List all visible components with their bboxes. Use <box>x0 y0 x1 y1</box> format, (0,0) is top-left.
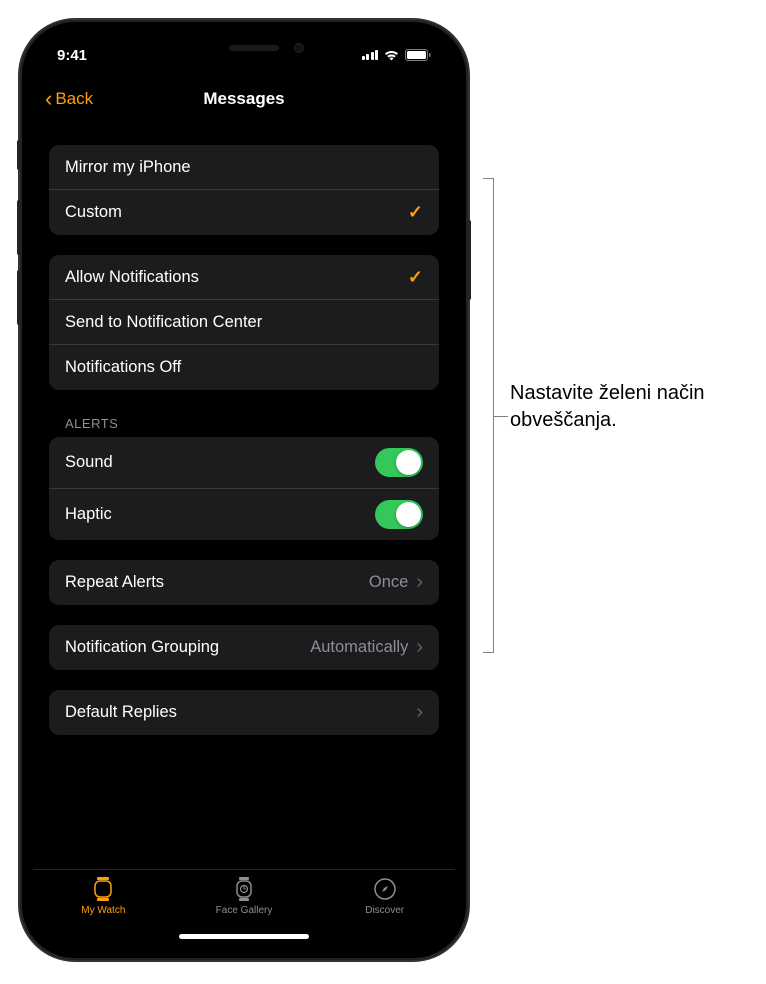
custom-label: Custom <box>65 203 122 222</box>
haptic-label: Haptic <box>65 505 112 524</box>
mirror-iphone-row[interactable]: Mirror my iPhone <box>49 145 439 190</box>
haptic-toggle[interactable] <box>375 500 423 529</box>
home-indicator[interactable] <box>179 934 309 939</box>
default-replies-row[interactable]: Default Replies › <box>49 690 439 735</box>
repeat-alerts-value: Once <box>369 573 408 592</box>
allow-notifications-label: Allow Notifications <box>65 268 199 287</box>
battery-icon <box>405 49 431 61</box>
sound-toggle[interactable] <box>375 448 423 477</box>
power-button <box>468 220 471 300</box>
nav-title: Messages <box>203 89 284 109</box>
volume-down-button <box>17 270 20 325</box>
sound-row: Sound <box>49 437 439 489</box>
callout-bracket <box>478 178 494 653</box>
speaker <box>229 45 279 51</box>
chevron-right-icon: › <box>416 571 423 594</box>
allow-notifications-row[interactable]: Allow Notifications ✓ <box>49 255 439 300</box>
mirror-custom-group: Mirror my iPhone Custom ✓ <box>49 145 439 235</box>
checkmark-icon: ✓ <box>408 202 423 223</box>
custom-row[interactable]: Custom ✓ <box>49 190 439 235</box>
chevron-right-icon: › <box>416 636 423 659</box>
default-replies-group: Default Replies › <box>49 690 439 735</box>
callout-text: Nastavite želeni način obveščanja. <box>510 380 750 434</box>
screen: 9:41 <box>33 33 455 947</box>
notification-grouping-row[interactable]: Notification Grouping Automatically › <box>49 625 439 670</box>
phone-frame: 9:41 <box>20 20 468 960</box>
compass-icon <box>372 876 398 902</box>
notch <box>144 33 344 63</box>
front-camera <box>294 43 304 53</box>
watch-face-icon <box>231 876 257 902</box>
status-time: 9:41 <box>57 47 87 64</box>
notification-grouping-label: Notification Grouping <box>65 638 219 657</box>
repeat-alerts-label: Repeat Alerts <box>65 573 164 592</box>
notification-grouping-value: Automatically <box>310 638 408 657</box>
volume-up-button <box>17 200 20 255</box>
alerts-group: Sound Haptic <box>49 437 439 540</box>
wifi-icon <box>383 49 400 61</box>
sound-label: Sound <box>65 453 113 472</box>
haptic-row: Haptic <box>49 489 439 540</box>
mirror-iphone-label: Mirror my iPhone <box>65 158 191 177</box>
tab-my-watch-label: My Watch <box>81 905 125 916</box>
back-label: Back <box>55 89 93 109</box>
watch-icon <box>90 876 116 902</box>
tab-my-watch[interactable]: My Watch <box>33 876 174 947</box>
alerts-header: ALERTS <box>49 390 439 437</box>
notifications-off-label: Notifications Off <box>65 358 181 377</box>
content-scroll[interactable]: Mirror my iPhone Custom ✓ Allow Notifica… <box>33 121 455 869</box>
repeat-alerts-group: Repeat Alerts Once › <box>49 560 439 605</box>
checkmark-icon: ✓ <box>408 267 423 288</box>
chevron-left-icon: ‹ <box>45 88 52 110</box>
tab-face-gallery-label: Face Gallery <box>216 905 273 916</box>
notifications-group: Allow Notifications ✓ Send to Notificati… <box>49 255 439 390</box>
back-button[interactable]: ‹ Back <box>45 88 93 110</box>
side-button <box>17 140 20 170</box>
nav-bar: ‹ Back Messages <box>33 77 455 121</box>
notifications-off-row[interactable]: Notifications Off <box>49 345 439 390</box>
chevron-right-icon: › <box>416 701 423 724</box>
default-replies-label: Default Replies <box>65 703 177 722</box>
send-notification-center-label: Send to Notification Center <box>65 313 262 332</box>
tab-discover[interactable]: Discover <box>314 876 455 947</box>
tab-discover-label: Discover <box>365 905 404 916</box>
repeat-alerts-row[interactable]: Repeat Alerts Once › <box>49 560 439 605</box>
send-notification-center-row[interactable]: Send to Notification Center <box>49 300 439 345</box>
notification-grouping-group: Notification Grouping Automatically › <box>49 625 439 670</box>
status-icons <box>362 49 432 61</box>
cellular-signal-icon <box>362 50 379 60</box>
